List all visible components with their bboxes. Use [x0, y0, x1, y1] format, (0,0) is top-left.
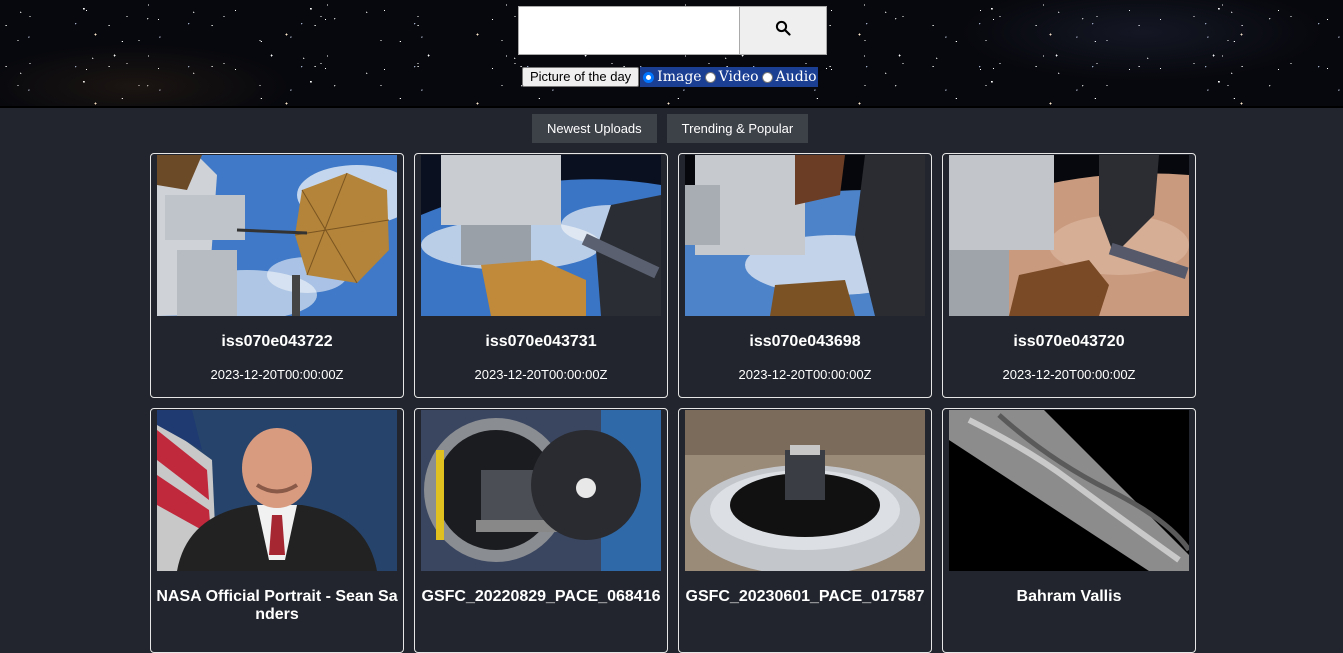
- result-thumbnail: [157, 155, 397, 316]
- result-title: GSFC_20230601_PACE_017587: [685, 588, 925, 605]
- header-divider: [0, 106, 1343, 108]
- result-card[interactable]: iss070e043731 2023-12-20T00:00:00Z: [414, 153, 668, 398]
- result-card[interactable]: GSFC_20220829_PACE_068416: [414, 408, 668, 653]
- result-title: Bahram Vallis: [1016, 588, 1122, 605]
- media-type-audio[interactable]: Audio: [761, 69, 817, 85]
- media-type-label: Image: [657, 69, 702, 85]
- search-button[interactable]: [739, 6, 827, 55]
- result-date: 2023-12-20T00:00:00Z: [1002, 367, 1136, 382]
- result-title: iss070e043698: [749, 333, 861, 350]
- result-card[interactable]: iss070e043720 2023-12-20T00:00:00Z: [942, 153, 1196, 398]
- media-type-label: Video: [718, 69, 759, 85]
- tab-newest-uploads[interactable]: Newest Uploads: [532, 114, 657, 143]
- tab-trending-popular[interactable]: Trending & Popular: [666, 114, 809, 143]
- result-card[interactable]: iss070e043722 2023-12-20T00:00:00Z: [150, 153, 404, 398]
- results-grid: iss070e043722 2023-12-20T00:00:00Z iss07…: [150, 153, 1196, 653]
- result-thumbnail: [421, 410, 661, 571]
- search-icon: [775, 20, 791, 41]
- result-card[interactable]: GSFC_20230601_PACE_017587: [678, 408, 932, 653]
- result-thumbnail: [157, 410, 397, 571]
- result-date: 2023-12-20T00:00:00Z: [738, 367, 872, 382]
- media-type-image[interactable]: Image: [643, 69, 702, 85]
- result-title: iss070e043720: [1013, 333, 1125, 350]
- radio-image[interactable]: [643, 71, 655, 83]
- search-bar: [518, 6, 827, 55]
- result-title: GSFC_20220829_PACE_068416: [421, 588, 661, 605]
- result-card[interactable]: iss070e043698 2023-12-20T00:00:00Z: [678, 153, 932, 398]
- result-date: 2023-12-20T00:00:00Z: [210, 367, 344, 382]
- media-type-label: Audio: [775, 69, 817, 85]
- media-type-video[interactable]: Video: [704, 69, 759, 85]
- starfield-header: Picture of the day Image Video Audio: [0, 0, 1343, 108]
- search-options: Picture of the day Image Video Audio: [522, 67, 818, 87]
- result-card[interactable]: NASA Official Portrait - Sean Sanders: [150, 408, 404, 653]
- feed-tabs: Newest Uploads Trending & Popular: [532, 114, 818, 143]
- result-title: NASA Official Portrait - Sean Sanders: [156, 588, 398, 623]
- result-title: iss070e043722: [221, 333, 333, 350]
- media-type-radio-group: Image Video Audio: [640, 67, 818, 87]
- result-date: 2023-12-20T00:00:00Z: [474, 367, 608, 382]
- result-thumbnail: [685, 410, 925, 571]
- result-thumbnail: [949, 155, 1189, 316]
- result-card[interactable]: Bahram Vallis: [942, 408, 1196, 653]
- result-thumbnail: [421, 155, 661, 316]
- result-title: iss070e043731: [485, 333, 597, 350]
- search-input[interactable]: [518, 6, 739, 55]
- picture-of-the-day-button[interactable]: Picture of the day: [522, 67, 640, 87]
- radio-audio[interactable]: [761, 71, 773, 83]
- result-thumbnail: [685, 155, 925, 316]
- radio-video[interactable]: [704, 71, 716, 83]
- result-thumbnail: [949, 410, 1189, 571]
